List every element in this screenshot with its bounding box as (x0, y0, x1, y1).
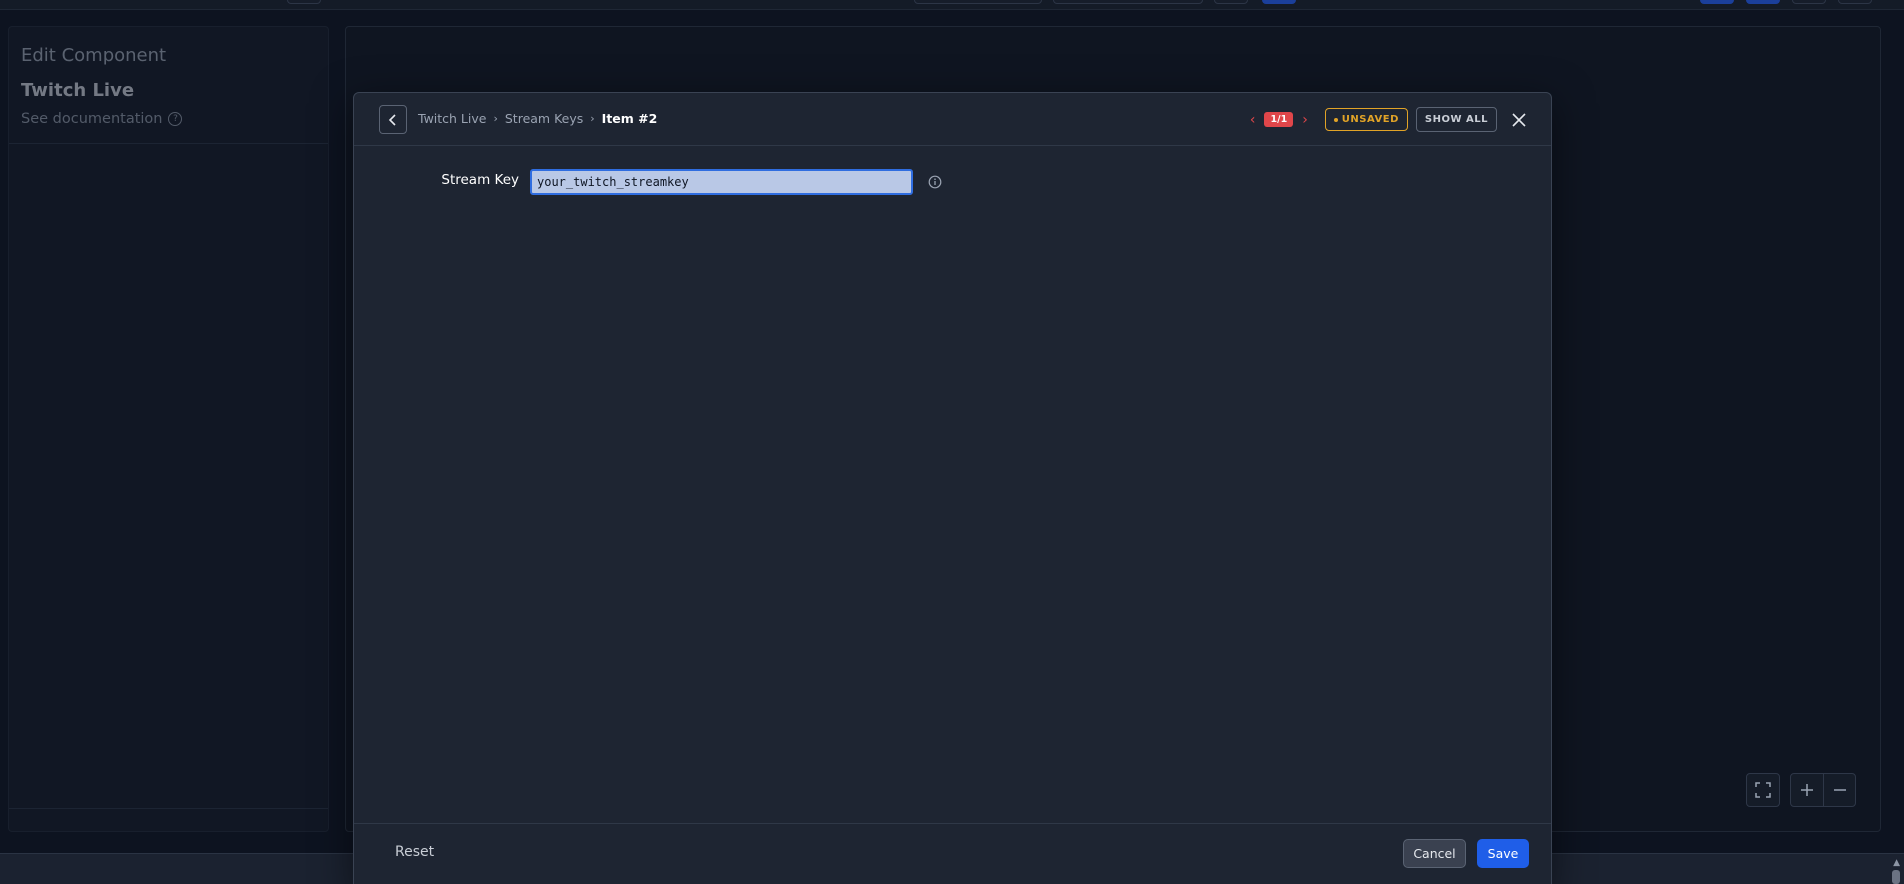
show-all-button[interactable]: SHOW ALL (1415, 107, 1497, 132)
scrollbar-thumb[interactable] (1892, 870, 1900, 884)
header-actions: ‹ 1/1 › UNSAVED SHOW ALL (1250, 107, 1529, 132)
toolbar-select[interactable] (914, 0, 1042, 4)
divider (9, 143, 328, 144)
pager-count-badge: 1/1 (1264, 112, 1294, 127)
breadcrumb-item[interactable]: Stream Keys (505, 111, 583, 126)
panel-heading: Edit Component (21, 45, 167, 66)
divider (9, 808, 328, 809)
breadcrumb-separator: › (590, 112, 595, 125)
unsaved-label: UNSAVED (1341, 114, 1399, 125)
stream-key-label: Stream Key (441, 172, 519, 188)
documentation-link[interactable]: See documentation ? (21, 111, 183, 127)
item-editor-modal: Twitch Live › Stream Keys › Item #2 ‹ 1/… (353, 92, 1552, 884)
toolbar-button[interactable] (1792, 0, 1826, 4)
toolbar-button[interactable] (1700, 0, 1734, 4)
toolbar-button[interactable] (287, 0, 321, 4)
plus-icon (1801, 784, 1813, 796)
top-toolbar (0, 0, 1904, 10)
documentation-link-label: See documentation (21, 111, 163, 127)
toolbar-button[interactable] (1214, 0, 1248, 4)
stream-key-row: Stream Key (354, 169, 1551, 195)
help-icon: ? (168, 112, 183, 126)
fullscreen-icon (1755, 782, 1771, 798)
modal-footer: Reset Cancel Save (354, 823, 1551, 884)
breadcrumb-current: Item #2 (601, 111, 658, 126)
chevron-left-icon (388, 113, 396, 126)
info-icon[interactable] (928, 175, 942, 189)
unsaved-badge: UNSAVED (1324, 108, 1408, 131)
close-button[interactable] (1509, 110, 1529, 130)
edit-component-panel: Edit Component Twitch Live See documenta… (8, 26, 329, 832)
toolbar-button[interactable] (1746, 0, 1780, 4)
toolbar-button[interactable] (1262, 0, 1296, 4)
previous-icon[interactable]: ‹ (1250, 112, 1256, 128)
breadcrumb: Twitch Live › Stream Keys › Item #2 (418, 111, 657, 126)
close-icon (1512, 112, 1526, 127)
canvas-controls (1746, 773, 1856, 807)
cancel-button[interactable]: Cancel (1403, 839, 1466, 868)
save-button[interactable]: Save (1477, 839, 1529, 868)
reset-button[interactable]: Reset (395, 844, 434, 860)
breadcrumb-item[interactable]: Twitch Live (418, 111, 486, 126)
next-icon[interactable]: › (1302, 112, 1308, 128)
modal-header: Twitch Live › Stream Keys › Item #2 ‹ 1/… (354, 93, 1551, 146)
back-button[interactable] (379, 105, 407, 134)
minus-icon (1833, 789, 1846, 791)
breadcrumb-separator: › (493, 112, 498, 125)
toolbar-select[interactable] (1053, 0, 1203, 4)
fullscreen-button[interactable] (1747, 774, 1779, 806)
zoom-out-button[interactable] (1823, 774, 1855, 806)
dot-icon (1333, 117, 1338, 122)
error-pager: ‹ 1/1 › (1250, 112, 1308, 128)
scroll-up-icon[interactable]: ▲ (1893, 858, 1900, 868)
zoom-in-button[interactable] (1791, 774, 1823, 806)
toolbar-button[interactable] (1838, 0, 1872, 4)
stream-key-input[interactable] (530, 169, 913, 195)
component-name: Twitch Live (21, 80, 135, 101)
